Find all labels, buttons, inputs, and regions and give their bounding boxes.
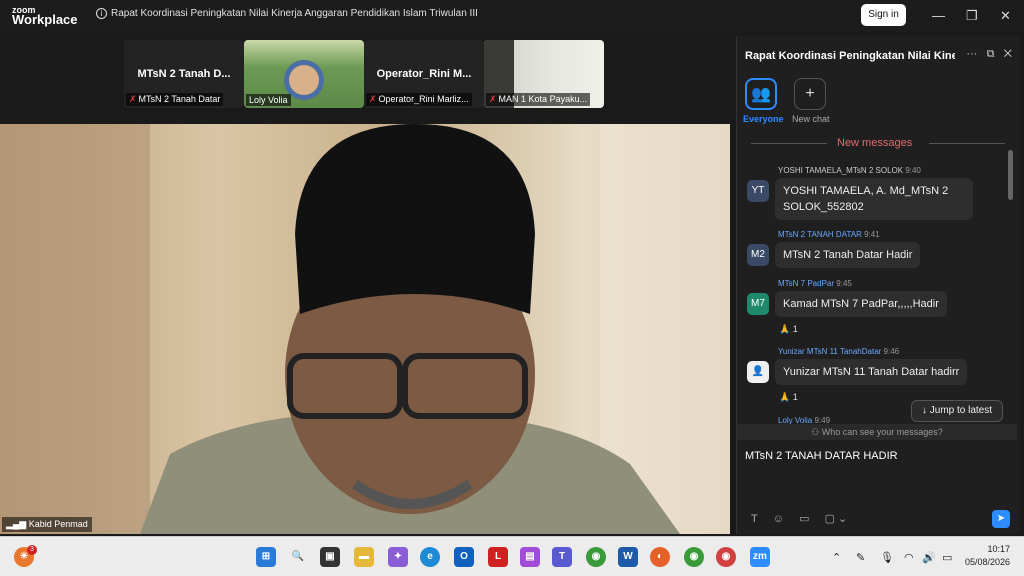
participant-tile[interactable]: Loly Volia [244,40,364,108]
speaker-label: ▂▄▆ Kabid Penmad [2,517,92,532]
participant-tile[interactable]: MTsN 2 Tanah D... ✗ MTsN 2 Tanah Datar [124,40,244,108]
chat-header-icons: ··· ⧉ ✕ [966,48,1012,61]
chat-scrollbar[interactable] [1008,150,1013,200]
message-bubble: Kamad MTsN 7 PadPar,,,,,Hadir [775,291,947,317]
speaker-figure [0,124,730,534]
more-icon[interactable]: ··· [966,48,977,60]
restore-button[interactable]: ❐ [966,8,978,24]
everyone-chip[interactable]: 👥 [745,78,777,110]
chrome-icon[interactable]: ◉ [586,547,606,567]
close-chat-icon[interactable]: ✕ [1004,48,1012,60]
chat-panel: Rapat Koordinasi Peningkatan Nilai Kiner… [736,36,1020,534]
app-l-icon[interactable]: L [488,547,508,567]
edge-icon[interactable]: e [420,547,440,567]
title-bar: zoom Workplace i Rapat Koordinasi Peningk… [0,0,1024,32]
people-icon: 👥 [751,86,771,103]
participant-tile[interactable]: ✗ MAN 1 Kota Payaku... [484,40,604,108]
jump-to-latest-button[interactable]: ↓ Jump to latest [911,400,1003,422]
message-bubble: MTsN 2 Tanah Datar Hadir [775,242,921,268]
new-chat-button[interactable]: + [794,78,826,110]
participant-name: Operator_Rini M... [376,68,472,80]
minimize-button[interactable]: — [932,8,945,23]
close-button[interactable]: ✕ [1000,8,1011,24]
send-button[interactable]: ➤ [992,510,1010,528]
avatar: M7 [747,293,769,315]
clock-time: 10:17 [987,544,1010,554]
chat-input[interactable]: MTsN 2 TANAH DATAR HADIR [745,450,898,462]
word-icon[interactable]: W [618,547,638,567]
copilot-icon[interactable]: ✦ [388,547,408,567]
message-sender: Loly Volia 9:49 [778,416,831,424]
mic-muted-icon: ✗ [369,94,377,104]
clock-date: 05/08/2026 [964,557,1010,567]
clock[interactable]: 10:17 05/08/2026 [965,543,1010,569]
text-format-icon[interactable]: T [751,513,758,525]
pen-icon[interactable]: ✎ [856,551,865,564]
message-bubble: YOSHI TAMAELA, A. Md_MTsN 2 SOLOK_552802 [775,178,973,220]
zoom-logo: zoom Workplace [12,5,78,27]
taskbar: ☀ 3 ⊞ 🔍 ▣ ▬ ✦ e O L ▤ T ◉ W ◐ ◉ ◉ zm ⌃ ✎… [0,536,1024,576]
message-sender: YOSHI TAMAELA_MTsN 2 SOLOK 9:40 [778,166,921,175]
info-icon[interactable]: i [96,8,107,19]
screenshot-icon[interactable]: ▢ ⌄ [825,513,848,525]
divider [751,143,827,144]
mic-muted-icon: ✗ [129,94,137,104]
chat-toolbar: T ☺ ▭ ▢ ⌄ [751,512,859,525]
avatar: YT [747,180,769,202]
microphone-icon[interactable]: 🎙 [880,551,894,564]
avatar: 👤 [747,361,769,383]
notification-badge: 3 [27,545,37,555]
taskview-icon[interactable]: ▣ [320,547,340,567]
avatar: M2 [747,244,769,266]
meeting-title[interactable]: i Rapat Koordinasi Peningkatan Nilai Kine… [96,8,478,19]
teams-icon[interactable]: T [552,547,572,567]
popout-icon[interactable]: ⧉ [987,48,995,60]
signal-icon: ▂▄▆ [6,519,29,529]
reaction[interactable]: 🙏 1 [779,324,798,335]
wifi-icon[interactable]: ◠ [904,551,914,564]
mic-muted-icon: ✗ [489,94,497,104]
message-sender: MTsN 2 TANAH DATAR 9:41 [778,230,880,239]
new-chat-label: New chat [792,114,830,124]
file-icon[interactable]: ▭ [799,513,809,525]
divider [929,143,1005,144]
emoji-icon[interactable]: ☺ [773,513,784,525]
volume-icon[interactable]: 🔊 [922,551,936,564]
file-explorer-icon[interactable]: ▬ [354,547,374,567]
plus-icon: + [805,85,815,102]
participant-label: Loly Volia [246,94,291,106]
new-messages-label: New messages [837,137,913,149]
participant-tile[interactable]: Operator_Rini M... ✗ Operator_Rini Marliz… [364,40,484,108]
who-can-see-link[interactable]: ⚇ Who can see your messages? [737,424,1017,440]
chrome-alt-icon[interactable]: ◉ [716,547,736,567]
battery-icon[interactable]: ▭ [942,551,952,564]
outlook-icon[interactable]: O [454,547,474,567]
sign-in-button[interactable]: Sign in [861,4,906,26]
message-sender: MTsN 7 PadPar 9:45 [778,279,852,288]
brand-bottom: Workplace [12,12,78,27]
chevron-up-icon[interactable]: ⌃ [832,551,841,564]
zoom-app-icon[interactable]: zm [750,547,770,567]
everyone-label: Everyone [743,114,784,124]
message-sender: Yunizar MTsN 11 TanahDatar 9:46 [778,347,900,356]
search-icon[interactable]: 🔍 [288,547,308,567]
participant-label: ✗ Operator_Rini Marliz... [366,93,472,106]
participant-strip: MTsN 2 Tanah D... ✗ MTsN 2 Tanah Datar Lo… [0,32,735,122]
news-icon[interactable]: ▤ [520,547,540,567]
firefox-icon[interactable]: ◐ [650,547,670,567]
participant-label: ✗ MAN 1 Kota Payaku... [486,93,591,106]
start-icon[interactable]: ⊞ [256,547,276,567]
participant-label: ✗ MTsN 2 Tanah Datar [126,93,224,106]
main-video[interactable]: ▂▄▆ Kabid Penmad [0,124,730,534]
reaction[interactable]: 🙏 1 [779,392,798,403]
participant-name: MTsN 2 Tanah D... [137,68,231,80]
message-bubble: Yunizar MTsN 11 Tanah Datar hadirr [775,359,968,385]
people-icon: ⚇ [811,427,822,437]
chat-title: Rapat Koordinasi Peningkatan Nilai Kiner… [745,50,955,62]
meeting-title-text: Rapat Koordinasi Peningkatan Nilai Kiner… [111,8,478,19]
chrome-profile-icon[interactable]: ◉ [684,547,704,567]
